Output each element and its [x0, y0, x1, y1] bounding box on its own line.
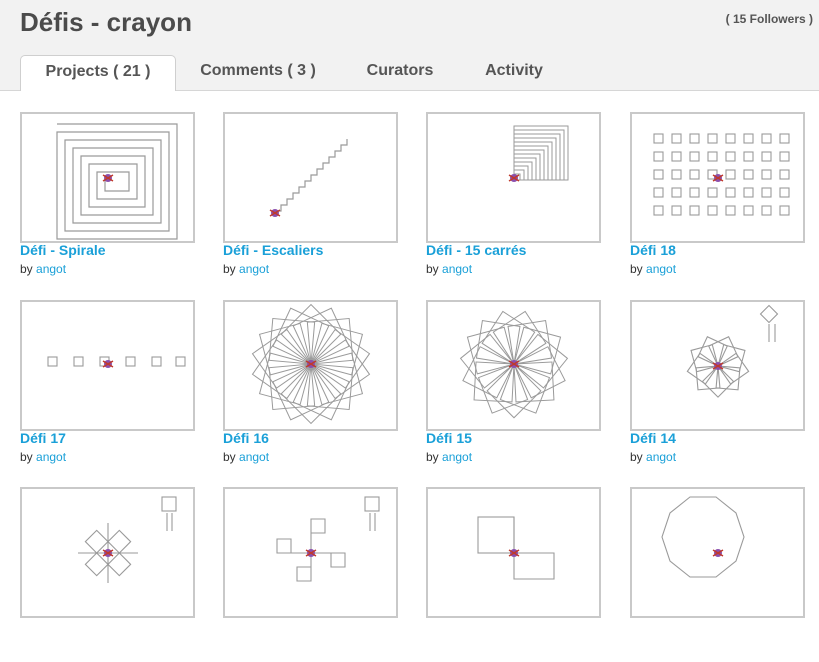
project-card: Défi 15 by angot — [426, 300, 601, 475]
project-thumbnail[interactable] — [630, 112, 805, 243]
project-card: Défi 14 by angot — [630, 300, 805, 475]
project-title[interactable]: Défi - Spirale — [20, 242, 195, 258]
project-thumbnail[interactable] — [223, 112, 398, 243]
project-card — [630, 487, 805, 662]
author-link[interactable]: angot — [36, 450, 66, 464]
by-label: by — [426, 450, 439, 464]
project-byline: by angot — [630, 262, 676, 276]
project-title[interactable]: Défi 16 — [223, 430, 398, 446]
project-byline: by angot — [630, 450, 676, 464]
project-title[interactable]: Défi 17 — [20, 430, 195, 446]
by-label: by — [630, 262, 643, 276]
author-link[interactable]: angot — [239, 450, 269, 464]
project-card: Défi 17 by angot — [20, 300, 195, 475]
project-title[interactable]: Défi 18 — [630, 242, 805, 258]
by-label: by — [630, 450, 643, 464]
project-thumbnail[interactable] — [426, 300, 601, 431]
by-label: by — [426, 262, 439, 276]
project-thumbnail[interactable] — [20, 112, 195, 243]
project-title[interactable]: Défi - 15 carrés — [426, 242, 601, 258]
project-card: Défi 18 by angot — [630, 112, 805, 287]
project-byline: by angot — [20, 262, 66, 276]
project-card: Défi 16 by angot — [223, 300, 398, 475]
tab-curators[interactable]: Curators — [352, 55, 448, 88]
project-thumbnail[interactable] — [20, 300, 195, 431]
project-thumbnail[interactable] — [630, 487, 805, 618]
author-link[interactable]: angot — [36, 262, 66, 276]
project-thumbnail[interactable] — [223, 300, 398, 431]
project-card: Défi - Spirale by angot — [20, 112, 195, 287]
page-title: Défis - crayon — [20, 7, 192, 37]
tab-activity[interactable]: Activity — [470, 55, 558, 88]
gallery-header: Défis - crayon ( 15 Followers ) Projects… — [0, 0, 819, 91]
author-link[interactable]: angot — [442, 262, 472, 276]
author-link[interactable]: angot — [442, 450, 472, 464]
project-title[interactable]: Défi 14 — [630, 430, 805, 446]
project-card: Défi - Escaliers by angot — [223, 112, 398, 287]
project-byline: by angot — [426, 262, 472, 276]
author-link[interactable]: angot — [646, 262, 676, 276]
project-card — [20, 487, 195, 662]
author-link[interactable]: angot — [239, 262, 269, 276]
project-byline: by angot — [223, 450, 269, 464]
project-title[interactable]: Défi 15 — [426, 430, 601, 446]
project-card — [223, 487, 398, 662]
project-thumbnail[interactable] — [426, 487, 601, 618]
project-byline: by angot — [20, 450, 66, 464]
followers-count[interactable]: ( 15 Followers ) — [726, 12, 813, 26]
tab-comments[interactable]: Comments ( 3 ) — [190, 55, 326, 88]
project-thumbnail[interactable] — [630, 300, 805, 431]
project-thumbnail[interactable] — [20, 487, 195, 618]
project-card — [426, 487, 601, 662]
tab-projects[interactable]: Projects ( 21 ) — [20, 55, 176, 91]
project-thumbnail[interactable] — [223, 487, 398, 618]
by-label: by — [20, 450, 33, 464]
project-title[interactable]: Défi - Escaliers — [223, 242, 398, 258]
author-link[interactable]: angot — [646, 450, 676, 464]
project-byline: by angot — [426, 450, 472, 464]
by-label: by — [223, 262, 236, 276]
project-card: Défi - 15 carrés by angot — [426, 112, 601, 287]
project-byline: by angot — [223, 262, 269, 276]
by-label: by — [20, 262, 33, 276]
by-label: by — [223, 450, 236, 464]
project-thumbnail[interactable] — [426, 112, 601, 243]
